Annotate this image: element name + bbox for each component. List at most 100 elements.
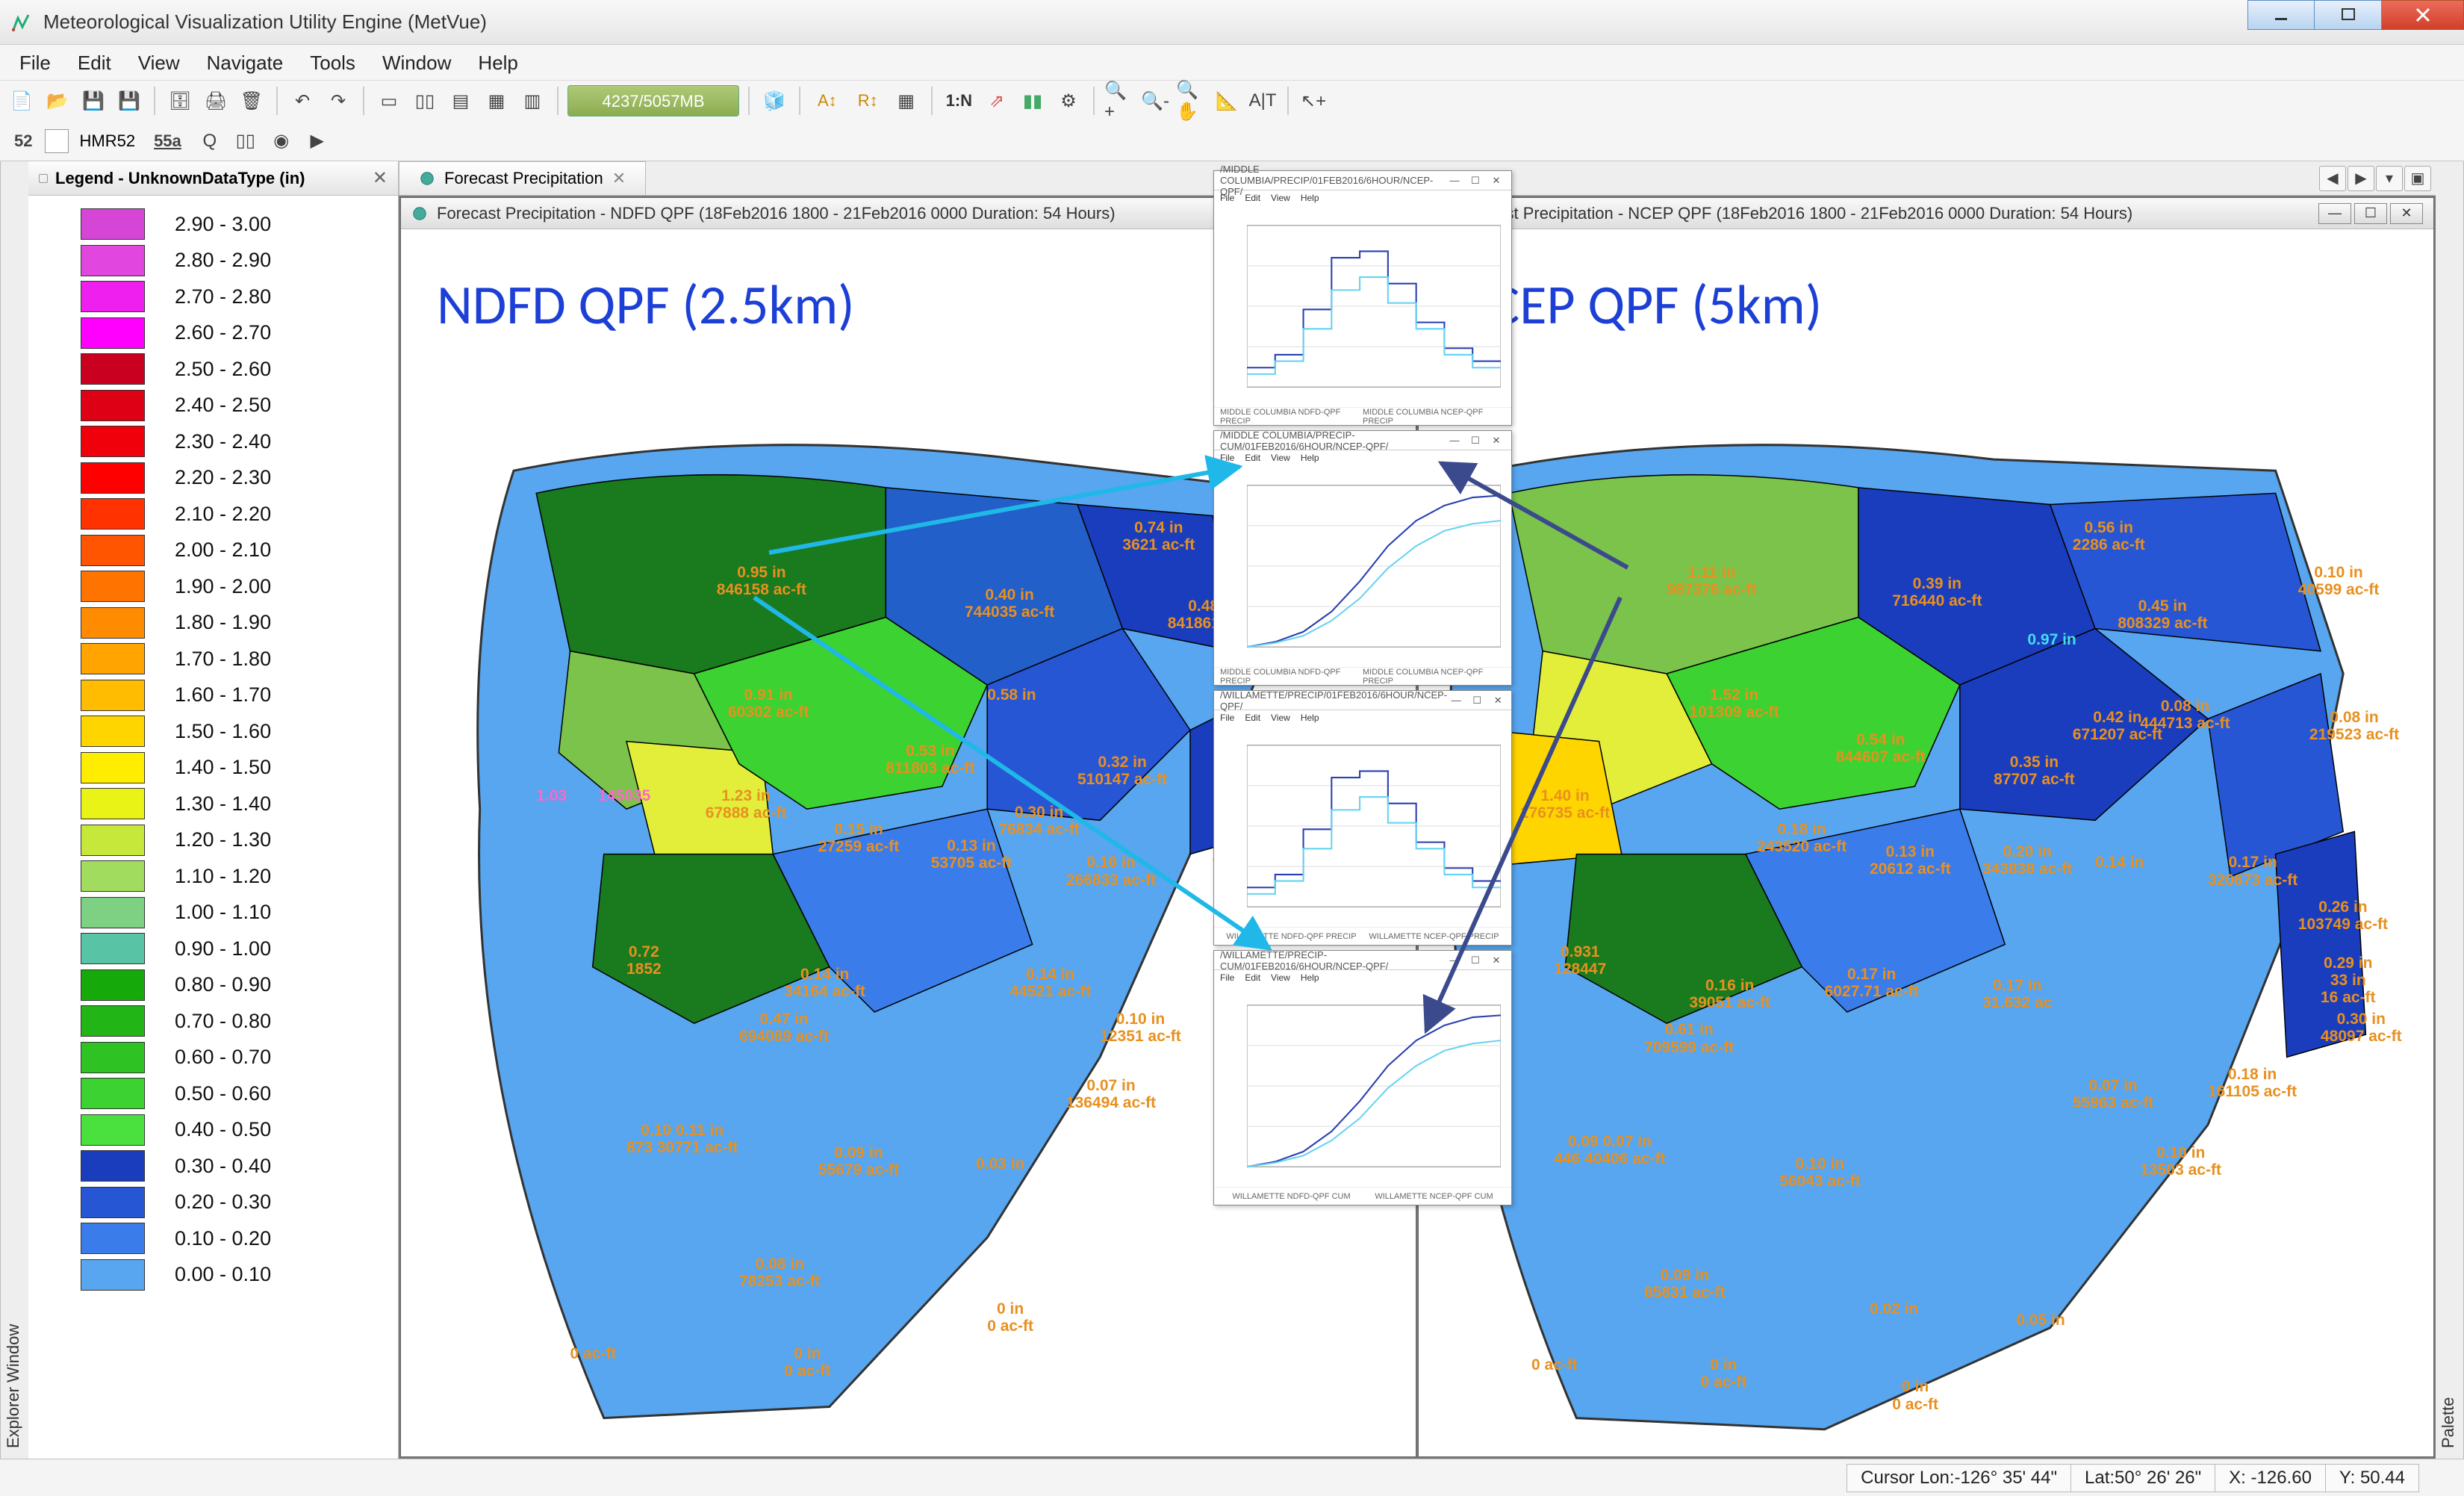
open-icon[interactable]: 📂: [42, 85, 73, 117]
legend-row[interactable]: 2.80 - 2.90: [81, 243, 391, 279]
map-close-icon[interactable]: ✕: [2390, 203, 2423, 224]
menu-file[interactable]: File: [6, 45, 64, 81]
mini-close-icon[interactable]: ✕: [1487, 175, 1505, 187]
layout-d-icon[interactable]: ▦: [481, 85, 512, 117]
map-titlebar-right[interactable]: Forecast Precipitation - NCEP QPF (18Feb…: [1419, 198, 2433, 229]
layout-e-icon[interactable]: ▥: [517, 85, 548, 117]
mini-menu-item[interactable]: Help: [1301, 972, 1319, 983]
legend-row[interactable]: 0.70 - 0.80: [81, 1003, 391, 1040]
legend-row[interactable]: 1.70 - 1.80: [81, 641, 391, 677]
layout-a-icon[interactable]: ▭: [373, 85, 405, 117]
zoomhand-icon[interactable]: 🔍✋: [1175, 85, 1207, 117]
legend-row[interactable]: 1.80 - 1.90: [81, 605, 391, 642]
print-icon[interactable]: 🖨: [200, 85, 231, 117]
tab-prev-icon[interactable]: ◀: [2319, 166, 2346, 191]
mini-menu-item[interactable]: File: [1220, 193, 1234, 203]
mini-min-icon[interactable]: —: [1446, 175, 1463, 187]
delete-icon[interactable]: 🗑: [236, 85, 267, 117]
saveas-icon[interactable]: 💾: [113, 85, 145, 117]
menu-edit[interactable]: Edit: [64, 45, 125, 81]
saveall-icon[interactable]: 🗄: [164, 85, 196, 117]
mini-menu-item[interactable]: View: [1271, 453, 1290, 463]
mini-titlebar[interactable]: /MIDDLE COLUMBIA/PRECIP-CUM/01FEB2016/6H…: [1214, 431, 1511, 450]
mini-menu-item[interactable]: Edit: [1245, 453, 1260, 463]
legend-row[interactable]: 2.00 - 2.10: [81, 533, 391, 569]
mini-chart-area[interactable]: [1214, 985, 1511, 1187]
menu-navigate[interactable]: Navigate: [193, 45, 297, 81]
mini-chart-window[interactable]: /WILLAMETTE/PRECIP/01FEB2016/6HOUR/NCEP-…: [1213, 690, 1512, 946]
mini-titlebar[interactable]: /WILLAMETTE/PRECIP/01FEB2016/6HOUR/NCEP-…: [1214, 691, 1511, 710]
legend-row[interactable]: 1.00 - 1.10: [81, 895, 391, 931]
tab-next-icon[interactable]: ▶: [2348, 166, 2374, 191]
map-max-icon[interactable]: ☐: [2354, 203, 2387, 224]
legend-row[interactable]: 1.60 - 1.70: [81, 677, 391, 714]
cursor-plus-icon[interactable]: ↖+: [1298, 85, 1329, 117]
redo-icon[interactable]: ↷: [323, 85, 354, 117]
tab-max-icon[interactable]: ▣: [2404, 166, 2431, 191]
mini-close-icon[interactable]: ✕: [1487, 435, 1505, 447]
palette-tab[interactable]: Palette: [2436, 161, 2464, 1459]
save-icon[interactable]: 💾: [78, 85, 109, 117]
legend-row[interactable]: 1.30 - 1.40: [81, 786, 391, 822]
mini-chart-area[interactable]: [1214, 465, 1511, 667]
mini-max-icon[interactable]: ☐: [1468, 695, 1486, 707]
legend-row[interactable]: 2.60 - 2.70: [81, 315, 391, 352]
text-at-icon[interactable]: A|T: [1247, 85, 1278, 117]
zoom-a-icon[interactable]: A↕: [809, 85, 845, 117]
measure-icon[interactable]: 📐: [1211, 85, 1242, 117]
legend-row[interactable]: 1.50 - 1.60: [81, 713, 391, 750]
small-t-icon[interactable]: ▯▯: [230, 125, 261, 157]
new-icon[interactable]: 📄: [6, 85, 37, 117]
mini-chart-window[interactable]: /MIDDLE COLUMBIA/PRECIP/01FEB2016/6HOUR/…: [1213, 170, 1512, 426]
mini-titlebar[interactable]: /WILLAMETTE/PRECIP-CUM/01FEB2016/6HOUR/N…: [1214, 951, 1511, 970]
legend-row[interactable]: 2.70 - 2.80: [81, 279, 391, 315]
brush-icon[interactable]: ▦: [891, 85, 922, 117]
bars-icon[interactable]: ▮▮: [1017, 85, 1048, 117]
menu-help[interactable]: Help: [464, 45, 531, 81]
mini-menu-item[interactable]: File: [1220, 453, 1234, 463]
mini-menu-item[interactable]: File: [1220, 972, 1234, 983]
cube-icon[interactable]: 🧊: [759, 85, 790, 117]
menu-view[interactable]: View: [125, 45, 193, 81]
mini-max-icon[interactable]: ☐: [1466, 955, 1484, 966]
mini-chart-area[interactable]: [1214, 205, 1511, 407]
checkbox-hmr[interactable]: [45, 129, 69, 153]
legend-row[interactable]: 1.10 - 1.20: [81, 858, 391, 895]
mini-chart-window[interactable]: /WILLAMETTE/PRECIP-CUM/01FEB2016/6HOUR/N…: [1213, 950, 1512, 1205]
scale-label[interactable]: 1:N: [942, 91, 977, 111]
map-viewport-right[interactable]: NCEP QPF (5km) 1.11 in987376 ac-ft0.39 i…: [1419, 229, 2433, 1456]
mini-menu-item[interactable]: Help: [1301, 453, 1319, 463]
layout-b-icon[interactable]: ▯▯: [409, 85, 441, 117]
mini-chart-area[interactable]: [1214, 725, 1511, 927]
mini-titlebar[interactable]: /MIDDLE COLUMBIA/PRECIP/01FEB2016/6HOUR/…: [1214, 171, 1511, 190]
zoom-r-icon[interactable]: R↕: [850, 85, 886, 117]
legend-row[interactable]: 0.00 - 0.10: [81, 1257, 391, 1294]
window-minimize-button[interactable]: [2247, 0, 2315, 30]
tab-menu-icon[interactable]: ▾: [2376, 166, 2403, 191]
map-min-icon[interactable]: —: [2318, 203, 2351, 224]
legend-row[interactable]: 0.50 - 0.60: [81, 1076, 391, 1112]
legend-row[interactable]: 2.30 - 2.40: [81, 423, 391, 460]
legend-row[interactable]: 0.30 - 0.40: [81, 1148, 391, 1185]
tab-forecast-precip[interactable]: Forecast Precipitation ✕: [399, 161, 646, 195]
mini-menu-item[interactable]: View: [1271, 193, 1290, 203]
legend-row[interactable]: 2.10 - 2.20: [81, 496, 391, 533]
gear-icon[interactable]: ⚙: [1053, 85, 1084, 117]
legend-row[interactable]: 2.90 - 3.00: [81, 206, 391, 243]
mini-close-icon[interactable]: ✕: [1487, 955, 1505, 966]
legend-row[interactable]: 0.10 - 0.20: [81, 1220, 391, 1257]
layout-c-icon[interactable]: ▤: [445, 85, 476, 117]
legend-row[interactable]: 1.40 - 1.50: [81, 750, 391, 786]
tab-close-icon[interactable]: ✕: [612, 169, 626, 188]
mini-menu-item[interactable]: File: [1220, 713, 1234, 723]
mini-max-icon[interactable]: ☐: [1466, 175, 1484, 187]
zoomout-icon[interactable]: 🔍-: [1139, 85, 1171, 117]
legend-header[interactable]: Legend - UnknownDataType (in) ✕: [28, 161, 398, 196]
legend-close-icon[interactable]: ✕: [373, 167, 388, 189]
mini-chart-window[interactable]: /MIDDLE COLUMBIA/PRECIP-CUM/01FEB2016/6H…: [1213, 430, 1512, 686]
legend-row[interactable]: 0.90 - 1.00: [81, 931, 391, 967]
mini-min-icon[interactable]: —: [1446, 955, 1463, 966]
mini-menu-item[interactable]: View: [1271, 713, 1290, 723]
mini-max-icon[interactable]: ☐: [1466, 435, 1484, 447]
mini-menu-item[interactable]: View: [1271, 972, 1290, 983]
